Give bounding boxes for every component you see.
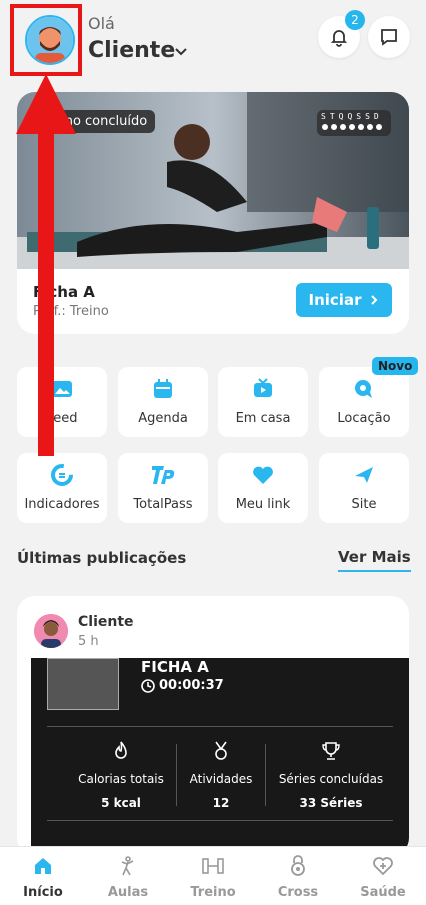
chat-icon — [381, 29, 397, 46]
start-button[interactable]: Iniciar — [296, 283, 392, 317]
divider — [47, 726, 393, 727]
shortcut-label: Agenda — [138, 411, 188, 426]
week-dots — [322, 124, 382, 130]
post-card[interactable]: Cliente 5 h FICHA A 00:00:37 Calorias to… — [17, 596, 409, 856]
see-more-link[interactable]: Ver Mais — [338, 548, 411, 572]
post-duration-value: 00:00:37 — [159, 678, 224, 693]
post-workout-name: FICHA A — [141, 658, 209, 676]
medal-icon — [215, 741, 227, 760]
stat-label: Calorias totais — [78, 772, 164, 786]
location-chat-icon — [355, 380, 372, 398]
stat-value: 5 kcal — [101, 796, 141, 810]
shortcut-label: Em casa — [235, 411, 291, 426]
post-time: 5 h — [78, 634, 99, 649]
shortcut-site[interactable]: Site — [319, 453, 409, 523]
annotation-highlight-box — [10, 4, 82, 76]
shortcut-label: Locação — [337, 411, 391, 426]
shortcut-agenda[interactable]: Agenda — [118, 367, 208, 437]
chevron-right-icon — [371, 295, 378, 305]
divider — [176, 744, 177, 806]
health-heart-icon — [373, 857, 393, 876]
post-duration: 00:00:37 — [141, 678, 224, 693]
kettlebell-icon — [291, 855, 305, 876]
post-author-avatar[interactable] — [34, 614, 68, 648]
stat-activities: Atividades 12 — [183, 740, 259, 810]
nav-label: Saúde — [360, 885, 406, 900]
shortcut-locacao[interactable]: Locação — [319, 367, 409, 437]
home-icon — [35, 858, 51, 874]
avatar-icon — [34, 614, 68, 648]
messages-button[interactable] — [368, 16, 410, 58]
nav-label: Cross — [277, 885, 319, 900]
heart-icon — [253, 466, 273, 484]
user-name[interactable]: Cliente — [88, 38, 175, 63]
dance-icon — [121, 856, 134, 876]
bottom-nav: Início Aulas Treino Cross Saúde — [0, 846, 426, 905]
start-button-label: Iniciar — [308, 291, 362, 309]
week-tracker: STQQSSD — [317, 110, 391, 136]
stat-value: 33 Séries — [299, 796, 363, 810]
stat-sets: Séries concluídas 33 Séries — [271, 740, 391, 810]
chevron-down-icon[interactable] — [173, 44, 189, 60]
greeting-text: Olá — [88, 14, 115, 33]
calendar-icon — [154, 379, 172, 398]
new-badge: Novo — [372, 357, 419, 375]
shortcut-em-casa[interactable]: Em casa — [218, 367, 308, 437]
nav-label: Aulas — [107, 885, 149, 900]
bell-icon — [330, 30, 348, 47]
nav-label: Treino — [190, 885, 236, 900]
clock-icon — [141, 678, 155, 693]
stat-label: Atividades — [189, 772, 253, 786]
nav-cross[interactable]: Cross — [258, 855, 338, 900]
totalpass-icon — [152, 466, 175, 484]
annotation-arrow-icon — [16, 74, 76, 456]
post-workout-thumbnail — [47, 658, 119, 710]
trophy-icon — [322, 742, 340, 760]
flame-icon — [115, 741, 127, 759]
shortcut-totalpass[interactable]: TotalPass — [118, 453, 208, 523]
divider — [47, 820, 393, 821]
section-title: Últimas publicações — [17, 549, 187, 567]
post-author[interactable]: Cliente — [78, 614, 134, 630]
paper-plane-icon — [355, 467, 373, 483]
divider — [265, 744, 266, 806]
indicators-icon — [51, 464, 73, 486]
nav-saude[interactable]: Saúde — [343, 855, 423, 900]
notification-badge: 2 — [345, 10, 365, 30]
stat-calories: Calorias totais 5 kcal — [61, 740, 181, 810]
nav-label: Início — [23, 885, 63, 900]
barbell-icon — [202, 858, 224, 874]
shortcut-label: Indicadores — [24, 497, 100, 512]
stat-label: Séries concluídas — [278, 772, 384, 786]
post-workout-summary: FICHA A 00:00:37 Calorias totais 5 kcal … — [31, 658, 409, 856]
week-letters: STQQSSD — [321, 112, 383, 121]
shortcut-label: TotalPass — [133, 497, 193, 512]
nav-inicio[interactable]: Início — [3, 855, 83, 900]
stat-value: 12 — [212, 796, 230, 810]
shortcut-label: Site — [351, 497, 377, 512]
shortcut-meu-link[interactable]: Meu link — [218, 453, 308, 523]
nav-treino[interactable]: Treino — [173, 855, 253, 900]
nav-aulas[interactable]: Aulas — [88, 855, 168, 900]
tv-icon — [254, 378, 272, 397]
shortcut-label: Meu link — [235, 497, 291, 512]
